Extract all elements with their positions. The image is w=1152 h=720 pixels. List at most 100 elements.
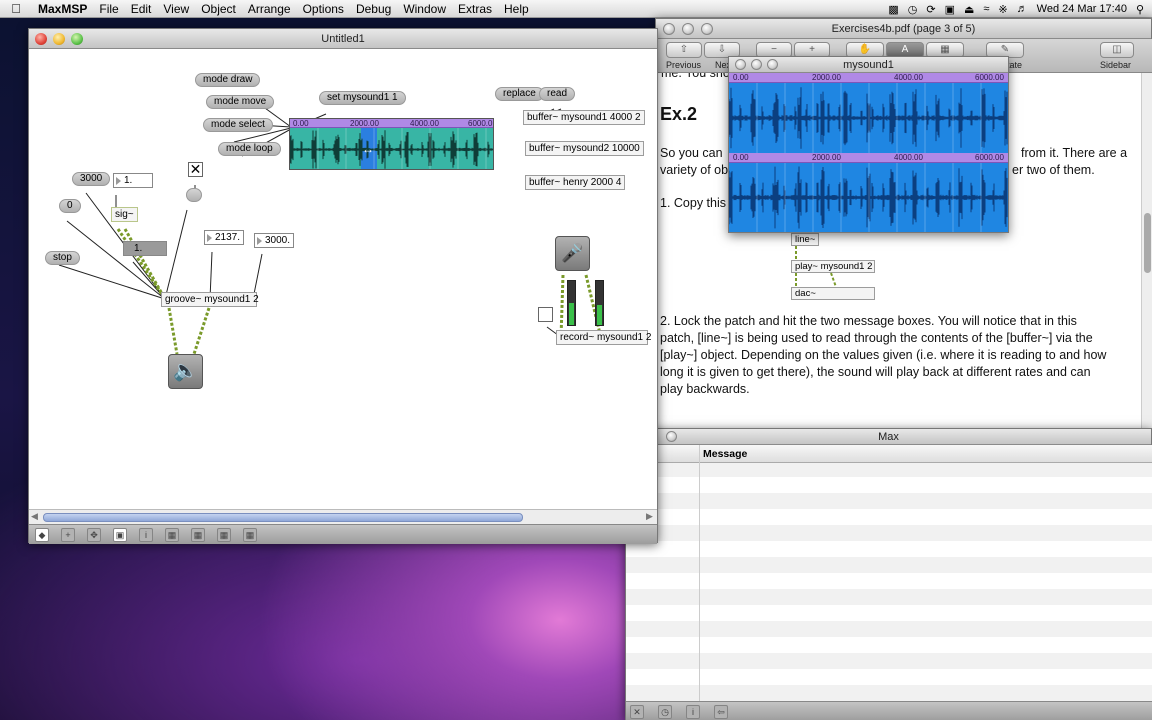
minimize-button[interactable] <box>751 59 762 70</box>
pdf-step2-line1: 2. Lock the patch and hit the two messag… <box>660 314 1077 328</box>
buffer-mysound1-object[interactable]: buffer~ mysound1 4000 2 <box>523 110 645 125</box>
apple-menu-icon[interactable]:  <box>0 1 32 16</box>
sync-icon[interactable]: ⟳ <box>926 3 935 16</box>
buffer-ruler-1: 0.00 2000.00 4000.00 6000.00 <box>729 73 1008 83</box>
minimize-button[interactable] <box>682 23 694 35</box>
patcher-titlebar[interactable]: Untitled1 <box>29 29 657 49</box>
mode-draw-message[interactable]: mode draw <box>195 73 261 87</box>
menu-window[interactable]: Window <box>397 0 452 18</box>
annotate-label: tate <box>1007 60 1023 70</box>
close-button[interactable] <box>735 59 746 70</box>
buffer-waveform-channel-1[interactable] <box>729 83 1008 153</box>
clear-icon[interactable]: ✕ <box>630 704 644 719</box>
move-icon[interactable]: ✥ <box>87 527 101 542</box>
stop-message[interactable]: stop <box>45 251 80 265</box>
add-icon[interactable]: + <box>61 527 75 542</box>
minimize-button[interactable] <box>53 33 65 45</box>
menu-file[interactable]: File <box>93 0 124 18</box>
record-object[interactable]: record~ mysound1 2 <box>556 330 651 345</box>
close-button[interactable] <box>666 431 677 442</box>
read-message[interactable]: read <box>539 87 576 101</box>
adc-microphone-icon[interactable]: 🎤 <box>555 236 590 271</box>
buffer-titlebar[interactable]: mysound1 <box>729 57 1008 73</box>
record-toggle[interactable] <box>538 307 553 322</box>
window-icon[interactable]: ▦ <box>191 527 205 542</box>
waveform-display[interactable]: 0.00 2000.00 4000.00 6000.0 ↔ <box>289 118 494 170</box>
loop-message[interactable] <box>186 188 202 202</box>
close-button[interactable] <box>663 23 675 35</box>
message-column-header[interactable]: Message <box>703 448 747 460</box>
set-mysound-message[interactable]: set mysound1 1 <box>319 91 406 105</box>
menu-extras[interactable]: Extras <box>452 0 498 18</box>
ruler-label: 6000.00 <box>975 73 1004 82</box>
menubar-clock[interactable]: Wed 24 Mar 17:40 <box>1037 3 1127 15</box>
camera-icon[interactable]: ▩ <box>888 3 898 16</box>
pdf-scroll-thumb[interactable] <box>1144 213 1151 273</box>
menu-help[interactable]: Help <box>498 0 535 18</box>
eject-icon[interactable]: ⏏ <box>964 3 974 16</box>
mode-move-message[interactable]: mode move <box>206 95 275 109</box>
presentation-icon[interactable]: ▣ <box>113 527 127 542</box>
pdf-step2-line2: patch, [line~] is being used to read thr… <box>660 331 1093 345</box>
grid-icon[interactable]: ▦ <box>243 527 257 542</box>
zoom-button[interactable] <box>701 23 713 35</box>
lock-icon[interactable]: ◆ <box>35 527 49 542</box>
mode-loop-message[interactable]: mode loop <box>218 142 281 156</box>
mode-select-message[interactable]: mode select <box>203 118 273 132</box>
replace-message[interactable]: replace <box>495 87 544 101</box>
bluetooth-icon[interactable]: ※ <box>998 3 1007 16</box>
sig-object[interactable]: sig~ <box>111 207 138 222</box>
zoom-button[interactable] <box>767 59 778 70</box>
menu-view[interactable]: View <box>157 0 195 18</box>
horizontal-scrollbar[interactable]: ◀ ▶ <box>29 509 657 524</box>
horizontal-scroll-thumb[interactable] <box>43 513 523 522</box>
pdf-title: Exercises4b.pdf (page 3 of 5) <box>831 23 976 35</box>
volume-icon[interactable]: ♬ <box>1017 3 1028 15</box>
info-icon[interactable]: i <box>686 704 700 719</box>
wifi-icon[interactable]: ≈ <box>983 3 989 15</box>
history-icon[interactable]: ◷ <box>658 704 672 719</box>
float-number-box-2[interactable]: 1. <box>123 241 167 256</box>
menu-app[interactable]: MaxMSP <box>32 0 93 18</box>
scroll-left-icon[interactable]: ◀ <box>31 511 38 522</box>
pdf-titlebar[interactable]: Exercises4b.pdf (page 3 of 5) <box>656 19 1151 39</box>
message-3000[interactable]: 3000 <box>72 172 111 186</box>
column-divider[interactable] <box>699 445 700 701</box>
ruler-label: 4000.00 <box>894 73 923 82</box>
float-number-box-4[interactable]: 3000. <box>254 233 294 248</box>
info-icon[interactable]: i <box>139 527 153 542</box>
menu-debug[interactable]: Debug <box>350 0 397 18</box>
loop-toggle[interactable]: ✕ <box>188 162 203 177</box>
scroll-right-icon[interactable]: ▶ <box>646 511 653 522</box>
float-number-box-3[interactable]: 2137. <box>204 230 244 245</box>
display-icon[interactable]: ▣ <box>945 3 955 16</box>
float-number-box[interactable]: 1. <box>113 173 153 188</box>
window-icon[interactable]: ▦ <box>165 527 179 542</box>
zoom-button[interactable] <box>71 33 83 45</box>
buffer-waveform-channel-2[interactable] <box>729 163 1008 232</box>
console-titlebar[interactable]: Max <box>626 429 1151 445</box>
message-0[interactable]: 0 <box>59 199 81 213</box>
buffer-mysound2-object[interactable]: buffer~ mysound2 10000 <box>525 141 644 156</box>
menu-edit[interactable]: Edit <box>125 0 158 18</box>
console-message-list[interactable]: Message <box>626 445 1152 701</box>
waveform-ruler-label: 6000.0 <box>468 119 493 128</box>
patcher-window: Untitled1 mode draw mode move mode selec… <box>28 28 658 544</box>
buffer-henry-object[interactable]: buffer~ henry 2000 4 <box>525 175 626 190</box>
close-button[interactable] <box>35 33 47 45</box>
menu-options[interactable]: Options <box>297 0 350 18</box>
spotlight-icon[interactable]: ⚲ <box>1136 3 1144 16</box>
groove-object[interactable]: groove~ mysound1 2 <box>161 292 259 307</box>
ruler-label: 2000.00 <box>812 153 841 162</box>
patcher-canvas[interactable]: mode draw mode move mode select mode loo… <box>29 49 657 524</box>
dac-speaker-icon[interactable]: 🔈 <box>168 354 203 389</box>
timemachine-icon[interactable]: ◷ <box>908 3 918 16</box>
back-icon[interactable]: ⇦ <box>714 704 728 719</box>
pdf-scrollbar[interactable] <box>1141 73 1152 429</box>
menu-arrange[interactable]: Arrange <box>242 0 297 18</box>
buffer-title: mysound1 <box>843 59 894 71</box>
sidebar-icon[interactable]: ◫ <box>1100 42 1134 58</box>
grid-icon[interactable]: ▦ <box>217 527 231 542</box>
previous-button[interactable]: ⇧ <box>666 42 702 58</box>
menu-object[interactable]: Object <box>195 0 242 18</box>
